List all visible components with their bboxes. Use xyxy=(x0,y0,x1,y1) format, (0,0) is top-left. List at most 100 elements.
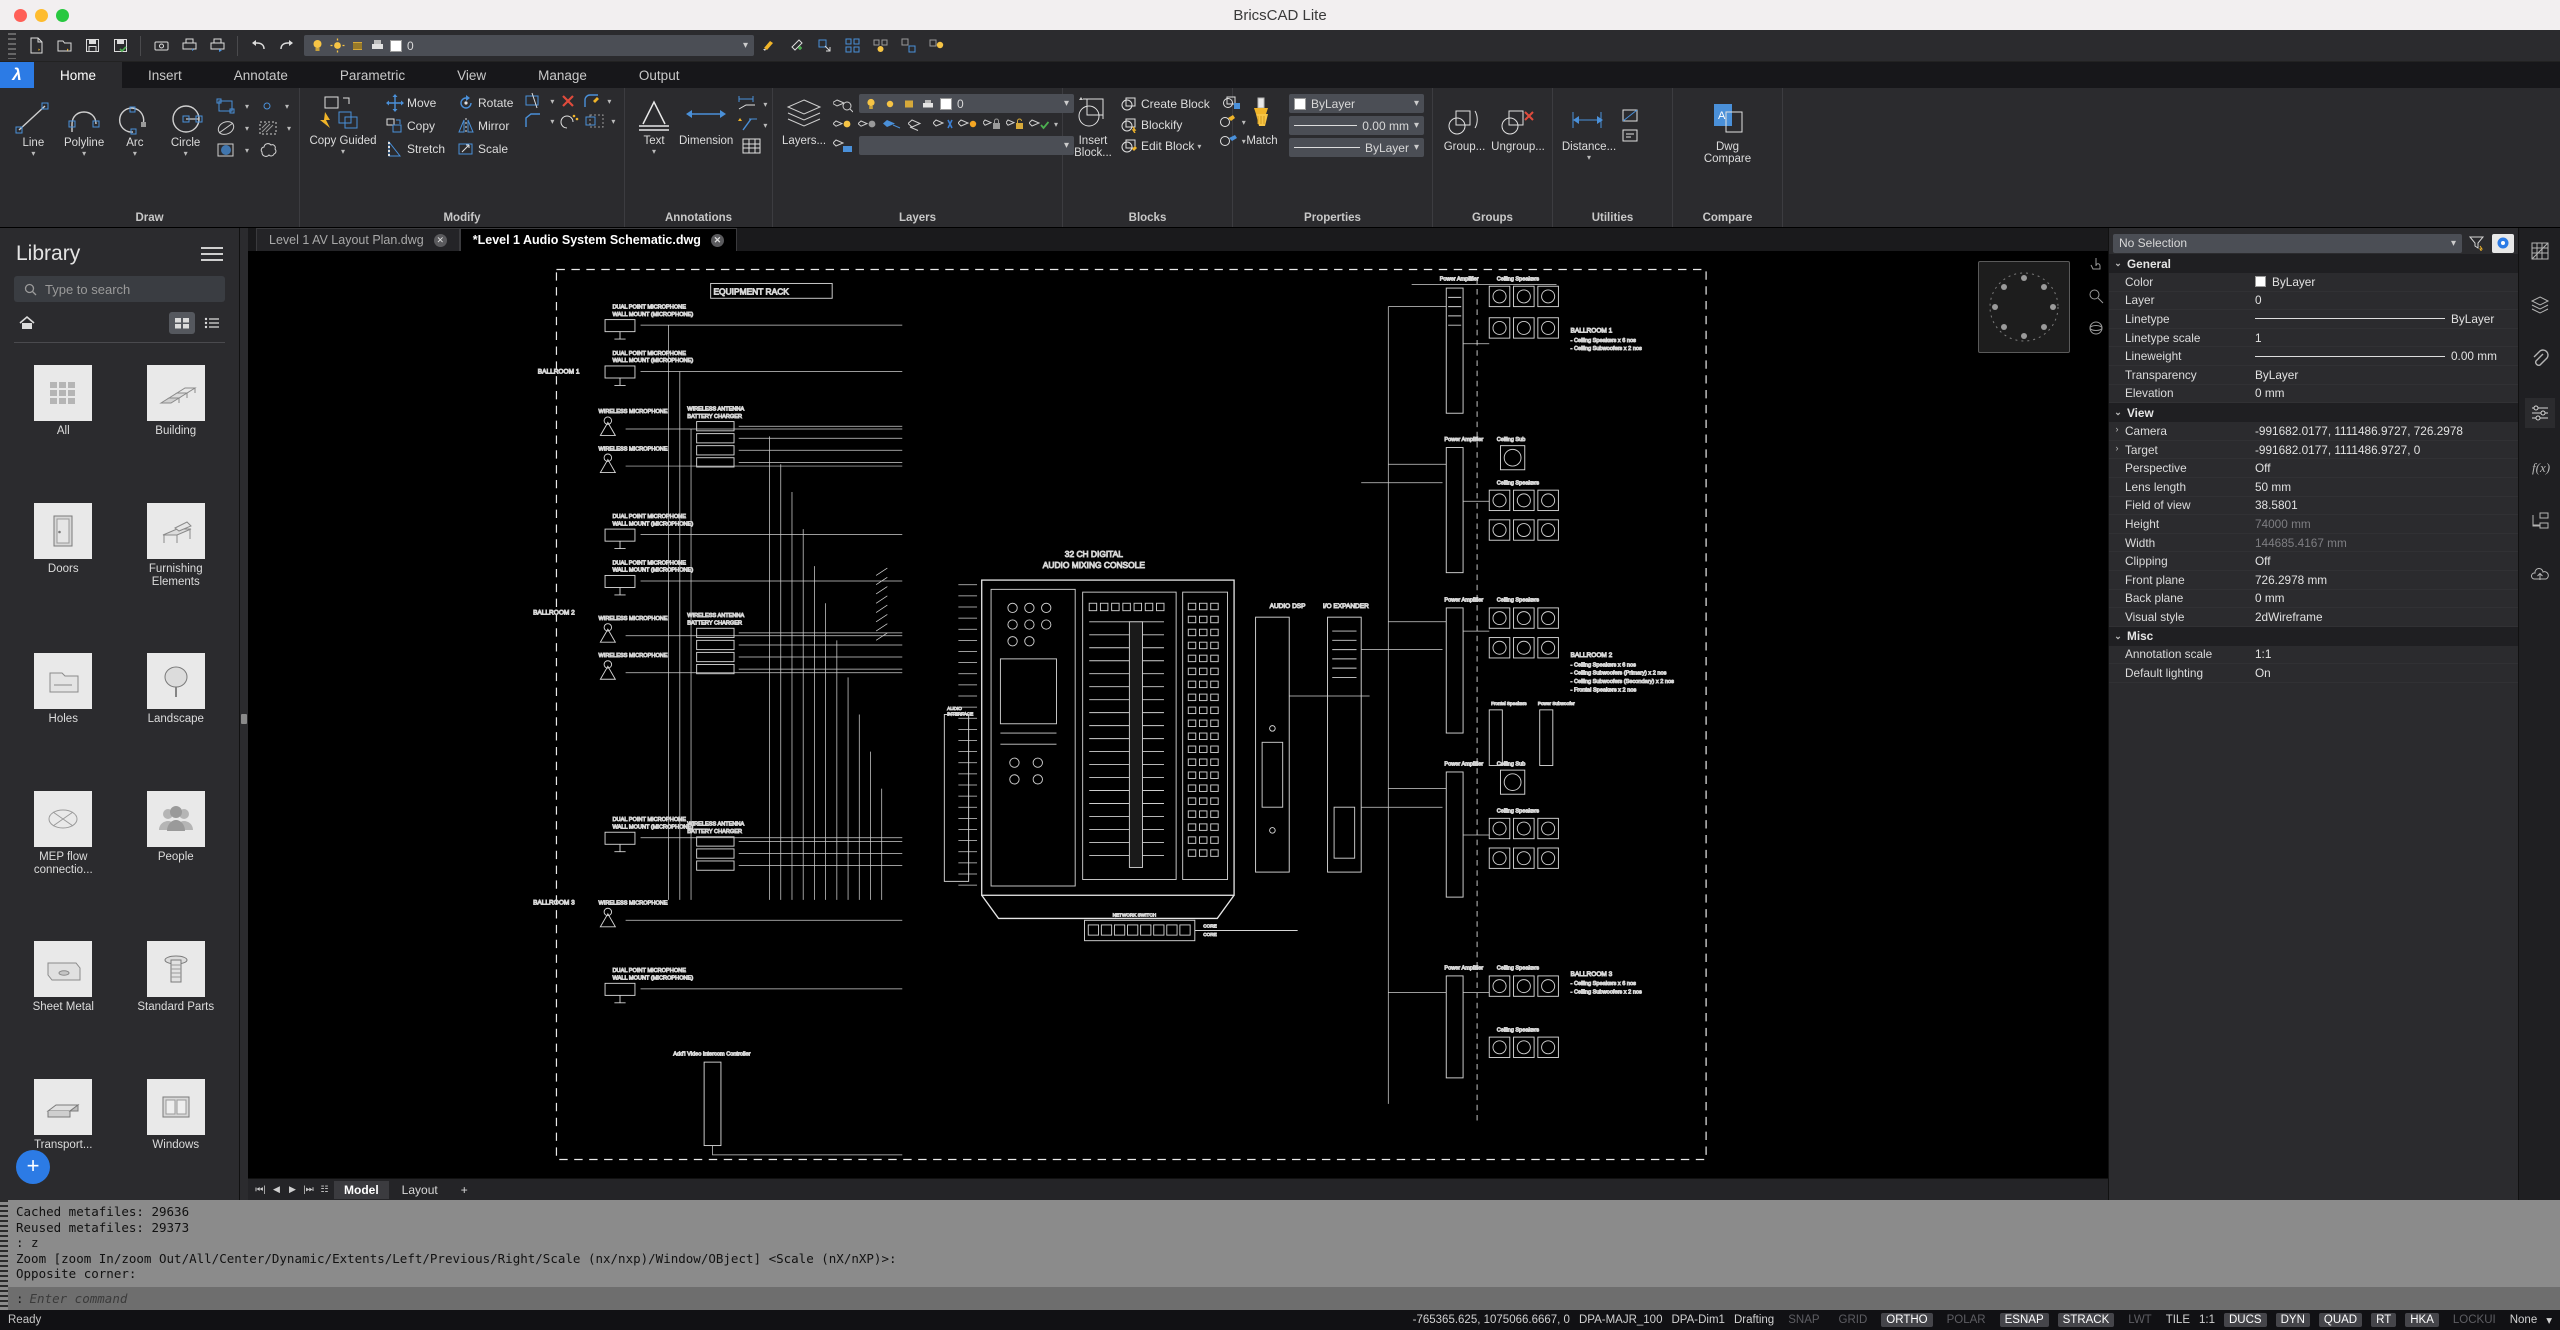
chevron-down-icon[interactable]: ▾ xyxy=(652,147,656,156)
property-row[interactable]: Front plane 726.2978 mm xyxy=(2109,571,2518,590)
save-icon[interactable] xyxy=(79,33,105,59)
command-input-row[interactable]: : Enter command xyxy=(8,1287,2560,1310)
property-value[interactable]: Off xyxy=(2255,554,2518,568)
chevron-down-icon[interactable]: ▾ xyxy=(285,102,289,111)
create-block-button[interactable]: Create Block xyxy=(1117,94,1214,114)
chevron-down-icon[interactable]: ▾ xyxy=(82,149,86,158)
first-icon[interactable]: ⏮| xyxy=(254,1182,267,1198)
chevron-right-icon[interactable]: › xyxy=(2112,424,2122,434)
layer-control-combo[interactable]: 0 ▾ xyxy=(304,35,754,56)
workspace-name[interactable]: Drafting xyxy=(1734,1314,1774,1326)
stretch-button[interactable]: Stretch xyxy=(382,138,449,160)
array-icon[interactable] xyxy=(559,112,579,130)
property-value[interactable]: ByLayer xyxy=(2255,368,2518,382)
chevron-down-icon[interactable]: ▾ xyxy=(287,124,291,133)
select-similar-icon[interactable] xyxy=(811,33,837,59)
point-icon[interactable] xyxy=(257,96,277,116)
plot-preview-icon[interactable] xyxy=(148,33,174,59)
fillet-icon[interactable] xyxy=(582,92,602,110)
property-value[interactable]: On xyxy=(2255,666,2518,680)
toolbar-grip[interactable] xyxy=(8,32,16,59)
chevron-down-icon[interactable]: ▾ xyxy=(1054,120,1058,129)
layer-unlock-icon[interactable] xyxy=(1006,116,1024,133)
property-value[interactable]: 38.5801 xyxy=(2255,498,2518,512)
library-item-windows[interactable]: Windows xyxy=(127,1078,226,1201)
property-row[interactable]: Visual style 2dWireframe xyxy=(2109,608,2518,627)
toggle-lwt[interactable]: LWT xyxy=(2123,1313,2156,1327)
edit-block-button[interactable]: Edit Block ▾ xyxy=(1117,136,1214,156)
layer-inspect-icon[interactable] xyxy=(833,95,853,113)
property-row[interactable]: Color ByLayer xyxy=(2109,273,2518,292)
table-icon[interactable] xyxy=(737,137,767,155)
lightbulb-icon[interactable] xyxy=(923,33,949,59)
prev-icon[interactable]: ◀ xyxy=(270,1182,283,1198)
layer-unisolate-icon[interactable] xyxy=(958,116,978,133)
blockify-button[interactable]: Blockify xyxy=(1117,115,1214,135)
eyedropper-icon[interactable] xyxy=(783,33,809,59)
next-icon[interactable]: ▶ xyxy=(286,1182,299,1198)
chevron-down-icon[interactable]: ▾ xyxy=(31,149,35,158)
library-menu-icon[interactable] xyxy=(201,247,223,261)
chevron-down-icon[interactable]: ▾ xyxy=(1587,153,1591,162)
attachments-icon[interactable] xyxy=(2525,344,2555,374)
chevron-down-icon[interactable]: ▾ xyxy=(2451,238,2456,249)
dwg-compare-button[interactable]: A Dwg Compare xyxy=(1693,98,1763,165)
chevron-down-icon[interactable]: ⌄ xyxy=(2113,258,2123,269)
chevron-down-icon[interactable]: ▾ xyxy=(611,117,615,126)
library-item-holes[interactable]: Holes xyxy=(14,653,113,775)
move-button[interactable]: Move xyxy=(382,92,449,114)
lineweight-combo[interactable]: 0.00 mm ▾ xyxy=(1289,116,1424,135)
text-button[interactable]: Text ▾ xyxy=(633,92,675,156)
property-value[interactable]: ByLayer xyxy=(2255,312,2518,326)
toggle-ortho[interactable]: ORTHO xyxy=(1881,1313,1933,1327)
chevron-down-icon[interactable]: ▾ xyxy=(743,40,748,51)
property-value[interactable]: -991682.0177, 1111486.9727, 726.2978 xyxy=(2255,424,2518,438)
property-row[interactable]: Lineweight 0.00 mm xyxy=(2109,347,2518,366)
publish-icon[interactable] xyxy=(204,33,230,59)
property-group-header[interactable]: ⌄ Misc xyxy=(2109,626,2518,646)
library-item-people[interactable]: People xyxy=(127,790,226,926)
library-item-landscape[interactable]: Landscape xyxy=(127,653,226,775)
chevron-down-icon[interactable]: ▾ xyxy=(133,149,137,158)
chevron-down-icon[interactable]: ▾ xyxy=(607,97,611,106)
scale-button[interactable]: Scale xyxy=(453,138,517,160)
orbit-icon[interactable] xyxy=(2087,319,2105,337)
ribbon-tab-parametric[interactable]: Parametric xyxy=(314,62,431,88)
ribbon-tab-output[interactable]: Output xyxy=(613,62,706,88)
structure-icon[interactable] xyxy=(2525,506,2555,536)
selection-grid-icon[interactable] xyxy=(839,33,865,59)
copy-guided-button[interactable]: Copy Guided ▾ xyxy=(308,92,378,156)
ribbon-tab-manage[interactable]: Manage xyxy=(512,62,613,88)
toggle-dyn[interactable]: DYN xyxy=(2275,1313,2310,1327)
drawing-canvas[interactable]: EQUIPMENT RACK DUAL POINT MICROPHONE WAL… xyxy=(248,251,2108,1178)
match-properties-icon[interactable] xyxy=(755,33,781,59)
layer-filter-icon[interactable] xyxy=(833,137,853,155)
workspace-selector[interactable]: None xyxy=(2510,1314,2538,1326)
save-as-icon[interactable] xyxy=(107,33,133,59)
dimension-button[interactable]: Dimension xyxy=(679,92,733,147)
offset-icon[interactable] xyxy=(584,112,606,130)
property-group-header[interactable]: ⌄ General xyxy=(2109,254,2518,273)
document-tab-audio-schematic[interactable]: *Level 1 Audio System Schematic.dwg ✕ xyxy=(459,228,737,251)
property-row[interactable]: Linetype ByLayer xyxy=(2109,310,2518,329)
toggle-quad[interactable]: QUAD xyxy=(2318,1313,2363,1327)
chevron-down-icon[interactable]: ▾ xyxy=(763,121,767,130)
hatch-icon[interactable] xyxy=(257,118,279,138)
rotate-button[interactable]: Rotate xyxy=(453,92,517,114)
ribbon-tab-annotate[interactable]: Annotate xyxy=(208,62,314,88)
library-add-button[interactable]: + xyxy=(16,1150,50,1184)
last-icon[interactable]: |⏭ xyxy=(302,1182,315,1198)
layer-thaw-icon[interactable] xyxy=(908,116,928,133)
copy-button[interactable]: Copy xyxy=(382,115,449,137)
tab-layout[interactable]: Layout xyxy=(392,1181,448,1199)
property-value[interactable]: 0 mm xyxy=(2255,591,2518,605)
chevron-down-icon[interactable]: ▾ xyxy=(763,100,767,109)
layers-dialog-button[interactable]: Layers... xyxy=(781,92,827,147)
select-all-icon[interactable] xyxy=(895,33,921,59)
toggle-ducs[interactable]: DUCS xyxy=(2224,1313,2267,1327)
toggle-esnap[interactable]: ESNAP xyxy=(1999,1313,2049,1327)
layer-state-icon[interactable] xyxy=(867,33,893,59)
property-value[interactable]: Off xyxy=(2255,461,2518,475)
property-row[interactable]: Clipping Off xyxy=(2109,552,2518,571)
chevron-down-icon[interactable]: ▾ xyxy=(1197,142,1201,151)
